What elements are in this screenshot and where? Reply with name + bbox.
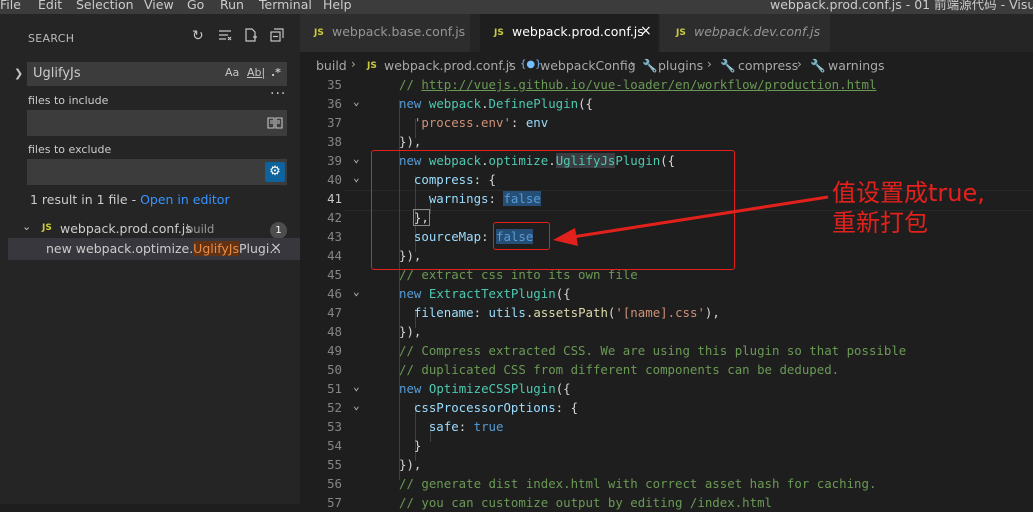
annotation-line-2: 重新打包 [832, 209, 928, 237]
annotation-arrow [553, 195, 829, 246]
annotation-text: 值设置成true, 重新打包 [832, 178, 985, 238]
annotation-line-1: 值设置成true, [832, 179, 985, 207]
